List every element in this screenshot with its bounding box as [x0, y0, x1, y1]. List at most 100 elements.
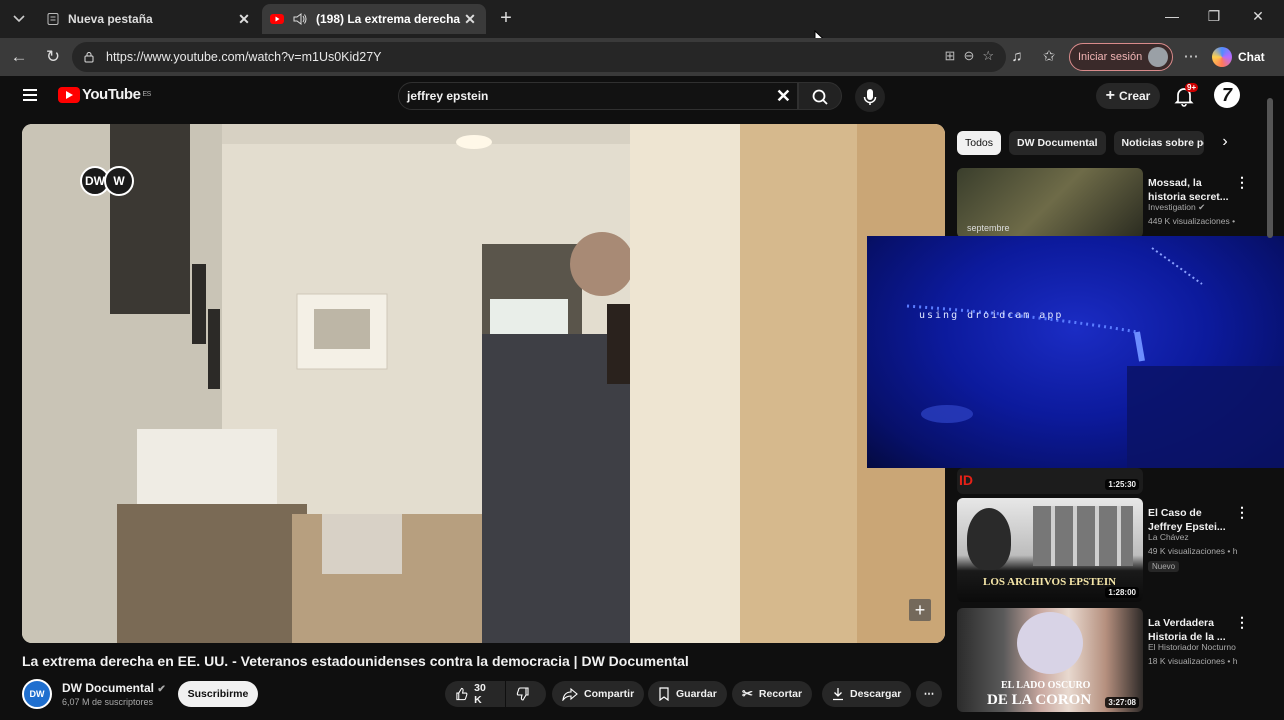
favorite-star-icon[interactable]: ☆: [982, 48, 994, 64]
region-code: ES: [142, 91, 151, 98]
like-button[interactable]: 30 K: [445, 681, 505, 707]
related-filter-chips: Todos DW Documental Noticias sobre po: [957, 131, 1204, 155]
webcam-overlay: using droidcam app: [867, 236, 1284, 468]
chip-noticias[interactable]: Noticias sobre po: [1113, 131, 1204, 155]
browser-tab-bar: Nueva pestaña ✕ (198) La extrema derecha…: [0, 0, 1284, 38]
browser-toolbar: ← ↻ https://www.youtube.com/watch?v=m1Us…: [0, 38, 1284, 76]
youtube-header: YouTube ES jeffrey epstein ✕ + Crear 9+ …: [0, 76, 1284, 116]
create-button[interactable]: + Crear: [1096, 83, 1160, 109]
tab-list-chevron-icon[interactable]: [6, 6, 32, 32]
youtube-logo[interactable]: YouTube ES: [58, 86, 151, 103]
download-label: Descargar: [850, 688, 902, 700]
video-duration: 3:27:08: [1105, 697, 1139, 708]
recommendation-title[interactable]: Mossad, la historia secret...: [1148, 176, 1238, 204]
download-button[interactable]: Descargar: [822, 681, 912, 707]
recommendation-channel[interactable]: Investigation ✔: [1148, 202, 1205, 213]
page-scrollbar[interactable]: [1266, 88, 1274, 708]
clip-button[interactable]: ✂ Recortar: [732, 681, 813, 707]
clear-search-icon[interactable]: ✕: [776, 86, 791, 107]
subscribe-button[interactable]: Suscribirme: [178, 681, 258, 707]
recommendation-title[interactable]: El Caso de Jeffrey Epstei...: [1148, 506, 1238, 534]
tab-new-tab[interactable]: Nueva pestaña ✕: [38, 4, 260, 34]
url-text: https://www.youtube.com/watch?v=m1Us0Kid…: [106, 50, 382, 64]
channel-avatar[interactable]: DW: [22, 679, 52, 709]
address-bar[interactable]: https://www.youtube.com/watch?v=m1Us0Kid…: [72, 42, 1006, 72]
share-button[interactable]: Compartir: [552, 681, 645, 707]
reload-icon[interactable]: ↻: [42, 47, 64, 69]
recommendation-views: 449 K visualizaciones •: [1148, 216, 1236, 226]
app-available-icon[interactable]: ⊞: [945, 48, 956, 64]
search-value: jeffrey epstein: [407, 89, 489, 103]
scrollbar-thumb[interactable]: [1267, 98, 1273, 238]
video-title: La extrema derecha en EE. UU. - Veterano…: [22, 653, 689, 669]
kebab-menu-icon[interactable]: ⋮: [1235, 614, 1249, 631]
media-control-icon[interactable]: ♫: [1006, 46, 1028, 68]
minimize-icon[interactable]: —: [1152, 8, 1192, 28]
video-duration: 1:28:00: [1105, 587, 1139, 598]
video-thumbnail[interactable]: LOS ARCHIVOS EPSTEIN 1:28:00: [957, 498, 1143, 602]
hamburger-menu-icon[interactable]: [22, 86, 40, 104]
recommendation-channel[interactable]: El Historiador Nocturno: [1148, 642, 1236, 652]
recommendation-channel[interactable]: La Chávez: [1148, 532, 1189, 542]
plus-icon: +: [1105, 87, 1115, 104]
new-tab-plus-icon[interactable]: +: [494, 6, 518, 30]
close-window-icon[interactable]: ✕: [1238, 8, 1278, 28]
maximize-icon[interactable]: ❐: [1194, 8, 1234, 28]
save-label: Guardar: [676, 688, 717, 700]
copilot-chat-button[interactable]: Chat: [1212, 44, 1265, 70]
youtube-play-icon: [58, 86, 80, 103]
site-info-icon[interactable]: [82, 50, 96, 64]
thumbs-down-icon: [516, 687, 529, 701]
video-thumbnail[interactable]: septembre: [957, 168, 1143, 238]
voice-search-button[interactable]: [855, 82, 885, 112]
close-tab-icon[interactable]: ✕: [236, 11, 252, 28]
dw-logo: DW W: [80, 166, 134, 196]
signin-button[interactable]: Iniciar sesión: [1069, 43, 1173, 71]
recommendation-item[interactable]: septembre Mossad, la historia secret... …: [957, 168, 1257, 238]
close-tab-icon[interactable]: ✕: [462, 11, 478, 28]
recommendation-item[interactable]: ID 1:25:30: [957, 468, 1257, 494]
signin-label: Iniciar sesión: [1078, 51, 1143, 63]
back-arrow-icon[interactable]: ←: [8, 47, 30, 69]
kebab-menu-icon[interactable]: ⋮: [1235, 174, 1249, 191]
page-icon: [47, 13, 59, 25]
id-logo: ID: [959, 472, 973, 488]
video-player[interactable]: DW W +: [22, 124, 945, 643]
chip-dw-documental[interactable]: DW Documental: [1009, 131, 1106, 155]
more-options-icon[interactable]: ⋯: [1180, 46, 1202, 68]
youtube-favicon-icon: [270, 14, 284, 24]
zoom-icon[interactable]: ⊖: [963, 48, 974, 64]
thumbnail-text: septembre: [967, 223, 1010, 233]
dw-logo-right: W: [104, 166, 134, 196]
video-duration: 1:25:30: [1105, 479, 1139, 490]
microphone-icon: [863, 89, 877, 105]
recommendation-item[interactable]: EL LADO OSCURO DE LA CORON 3:27:08 La Ve…: [957, 608, 1257, 712]
dislike-button[interactable]: [506, 681, 546, 707]
thumbnail-person: [967, 508, 1011, 570]
search-input[interactable]: jeffrey epstein ✕: [398, 82, 798, 110]
profile-avatar-icon: [1148, 47, 1168, 67]
chevron-right-icon[interactable]: ›: [1216, 133, 1234, 153]
channel-name[interactable]: DW Documental ✔: [62, 681, 166, 695]
video-thumbnail[interactable]: EL LADO OSCURO DE LA CORON 3:27:08: [957, 608, 1143, 712]
chip-todos[interactable]: Todos: [957, 131, 1002, 155]
thumbnail-text: LOS ARCHIVOS EPSTEIN: [983, 576, 1117, 588]
add-plus-icon[interactable]: +: [909, 599, 931, 621]
video-frame: [22, 124, 945, 643]
notification-badge: 9+: [1185, 83, 1199, 92]
thumbnail-text: EL LADO OSCURO: [1001, 680, 1091, 691]
recommendation-title[interactable]: La Verdadera Historia de la ...: [1148, 616, 1238, 644]
kebab-menu-icon[interactable]: ⋮: [1235, 504, 1249, 521]
search-button[interactable]: [798, 82, 842, 110]
tab-youtube-video[interactable]: (198) La extrema derecha en EE. UU. - Ve…: [262, 4, 486, 34]
video-thumbnail[interactable]: ID 1:25:30: [957, 468, 1143, 494]
more-actions-icon[interactable]: ⋯: [916, 681, 942, 707]
recommendation-item[interactable]: LOS ARCHIVOS EPSTEIN 1:28:00 El Caso de …: [957, 498, 1257, 602]
share-icon: [562, 687, 578, 701]
like-count: 30 K: [474, 682, 486, 706]
save-button[interactable]: Guardar: [648, 681, 727, 707]
speaker-icon[interactable]: [292, 12, 308, 26]
favorites-icon[interactable]: ✩: [1038, 46, 1060, 68]
account-avatar[interactable]: 7: [1214, 82, 1240, 108]
tab-title: Nueva pestaña: [68, 12, 153, 26]
